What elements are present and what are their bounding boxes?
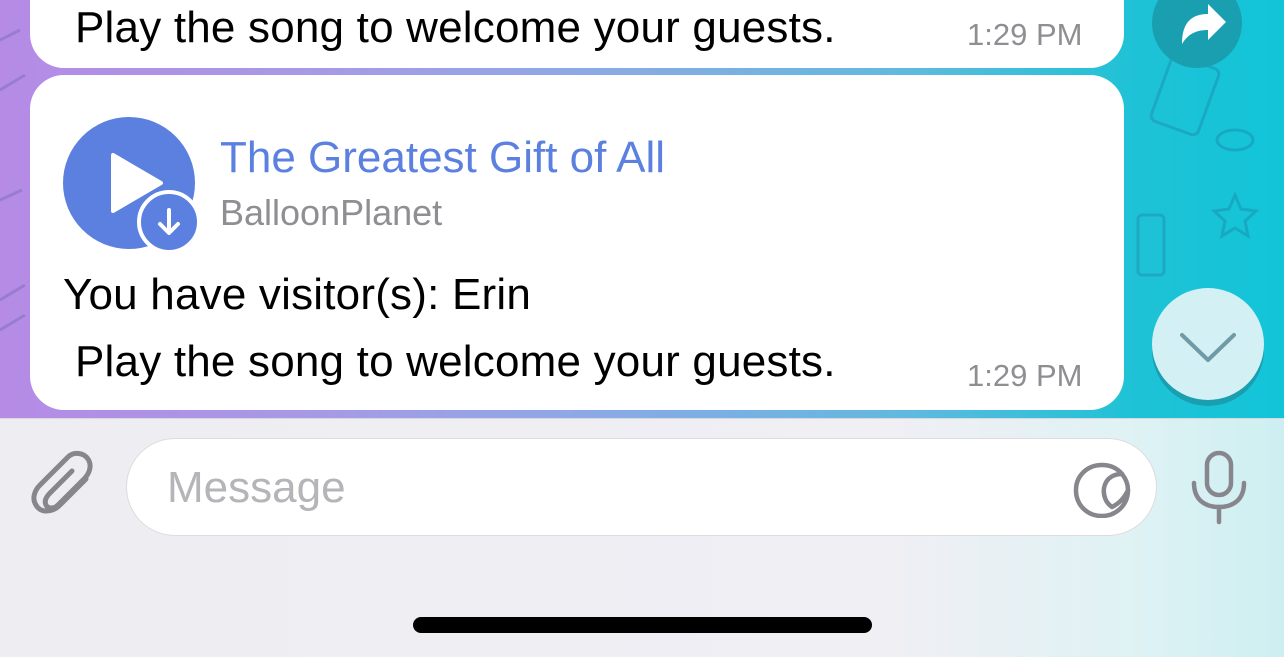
microphone-icon [1191, 450, 1247, 525]
attach-button[interactable] [30, 449, 100, 528]
download-icon [158, 208, 180, 235]
message-bubble-previous[interactable]: Play the song to welcome your guests. 1:… [30, 0, 1124, 68]
audio-title[interactable]: The Greatest Gift of All [220, 133, 665, 183]
message-text: Play the song to welcome your guests. [75, 3, 836, 52]
mic-button[interactable] [1186, 449, 1252, 530]
message-input[interactable] [165, 459, 1049, 517]
download-button[interactable] [137, 190, 201, 254]
audio-artist: BalloonPlanet [220, 192, 443, 233]
forward-button[interactable] [1152, 0, 1242, 68]
sticker-icon [1073, 462, 1131, 519]
message-time: 1:29 PM [967, 17, 1083, 52]
message-text-line2: Play the song to welcome your guests. [75, 337, 836, 386]
home-indicator [413, 617, 872, 633]
composer-bar [0, 418, 1284, 657]
paperclip-icon [31, 450, 93, 514]
message-field[interactable] [126, 438, 1157, 536]
message-text-line1: You have visitor(s): Erin [63, 270, 532, 319]
message-time: 1:29 PM [967, 358, 1083, 393]
scroll-down-button[interactable] [1152, 288, 1264, 400]
sticker-button[interactable] [1072, 462, 1132, 523]
forward-icon [1182, 4, 1226, 44]
chat-background: Play the song to welcome your guests. 1:… [0, 0, 1284, 418]
message-bubble-audio[interactable]: The Greatest Gift of All BalloonPlanet Y… [30, 75, 1124, 410]
chevron-down-icon [1180, 333, 1236, 362]
